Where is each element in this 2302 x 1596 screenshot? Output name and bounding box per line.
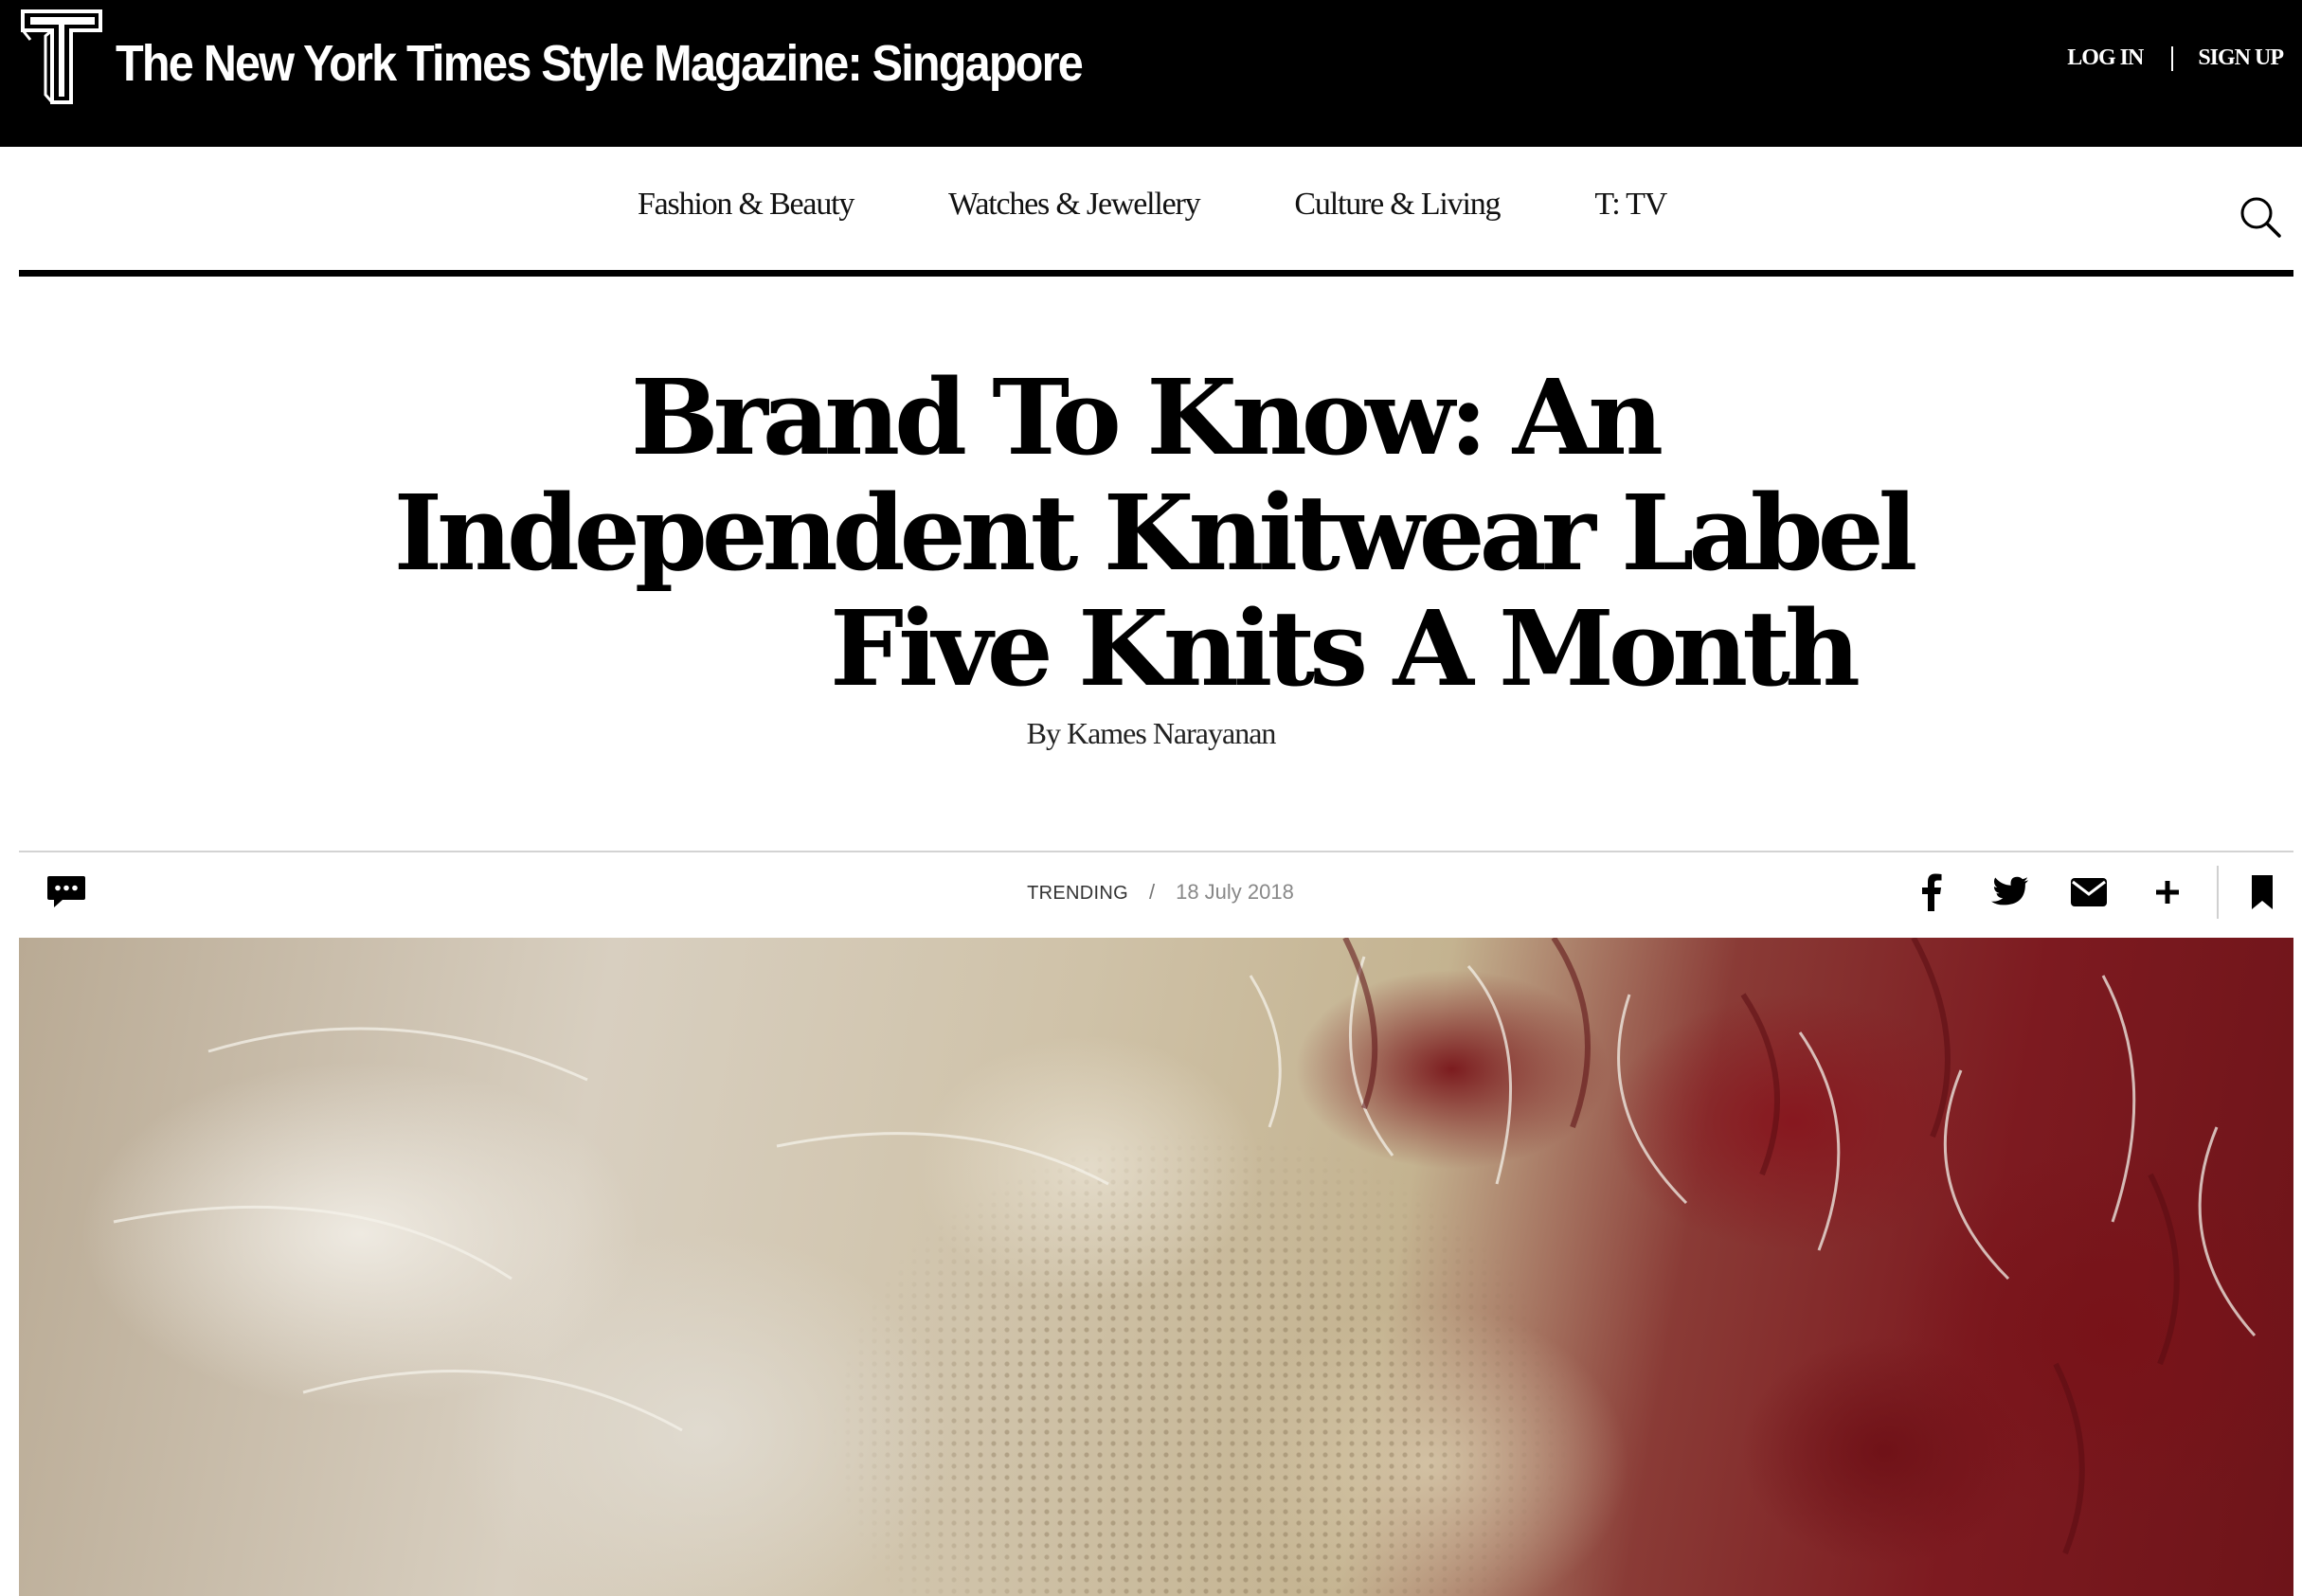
bookmark-icon[interactable] bbox=[2241, 871, 2283, 913]
auth-links: LOG IN SIGN UP bbox=[2067, 45, 2284, 71]
section-nav: Fashion & Beauty Watches & Jewellery Cul… bbox=[0, 147, 2302, 270]
byline: By Kames Narayanan bbox=[1026, 716, 1277, 750]
section-nav-items: Fashion & Beauty Watches & Jewellery Cul… bbox=[0, 187, 2302, 223]
article-title-line: Five Knits A Month bbox=[829, 587, 1861, 709]
article-title: Brand To Know: An Independent Knitwear L… bbox=[0, 360, 2302, 707]
share-toolbar bbox=[1911, 866, 2283, 919]
auth-divider bbox=[2171, 45, 2174, 71]
nav-item-culture-living[interactable]: Culture & Living bbox=[1294, 187, 1501, 223]
masthead: The New York Times Style Magazine: Singa… bbox=[0, 0, 2302, 147]
nav-divider bbox=[19, 270, 2293, 277]
nav-item-watches-jewellery[interactable]: Watches & Jewellery bbox=[948, 187, 1200, 223]
nav-item-t-tv[interactable]: T: TV bbox=[1594, 187, 1667, 223]
hero-image bbox=[19, 938, 2293, 1596]
publish-date: 18 July 2018 bbox=[1176, 880, 1294, 904]
facebook-icon[interactable] bbox=[1911, 871, 1952, 913]
search-icon[interactable] bbox=[2238, 194, 2283, 240]
meta-separator: / bbox=[1148, 880, 1156, 904]
knit-fibres-illustration bbox=[113, 938, 2257, 1555]
login-link[interactable]: LOG IN bbox=[2067, 45, 2144, 71]
article-title-line: Independent Knitwear Label bbox=[393, 472, 1918, 594]
site-title[interactable]: The New York Times Style Magazine: Singa… bbox=[116, 34, 1084, 93]
plus-icon[interactable] bbox=[2147, 871, 2188, 913]
share-divider bbox=[2217, 866, 2219, 919]
kicker-trending[interactable]: TRENDING bbox=[1027, 883, 1128, 904]
twitter-icon[interactable] bbox=[1989, 871, 2031, 913]
nav-item-fashion-beauty[interactable]: Fashion & Beauty bbox=[638, 187, 854, 223]
meta-divider bbox=[19, 851, 2293, 852]
signup-link[interactable]: SIGN UP bbox=[2198, 45, 2284, 71]
email-icon[interactable] bbox=[2068, 871, 2110, 913]
t-magazine-logo-icon[interactable] bbox=[19, 8, 104, 106]
article-title-line: Brand To Know: An bbox=[630, 356, 1664, 478]
